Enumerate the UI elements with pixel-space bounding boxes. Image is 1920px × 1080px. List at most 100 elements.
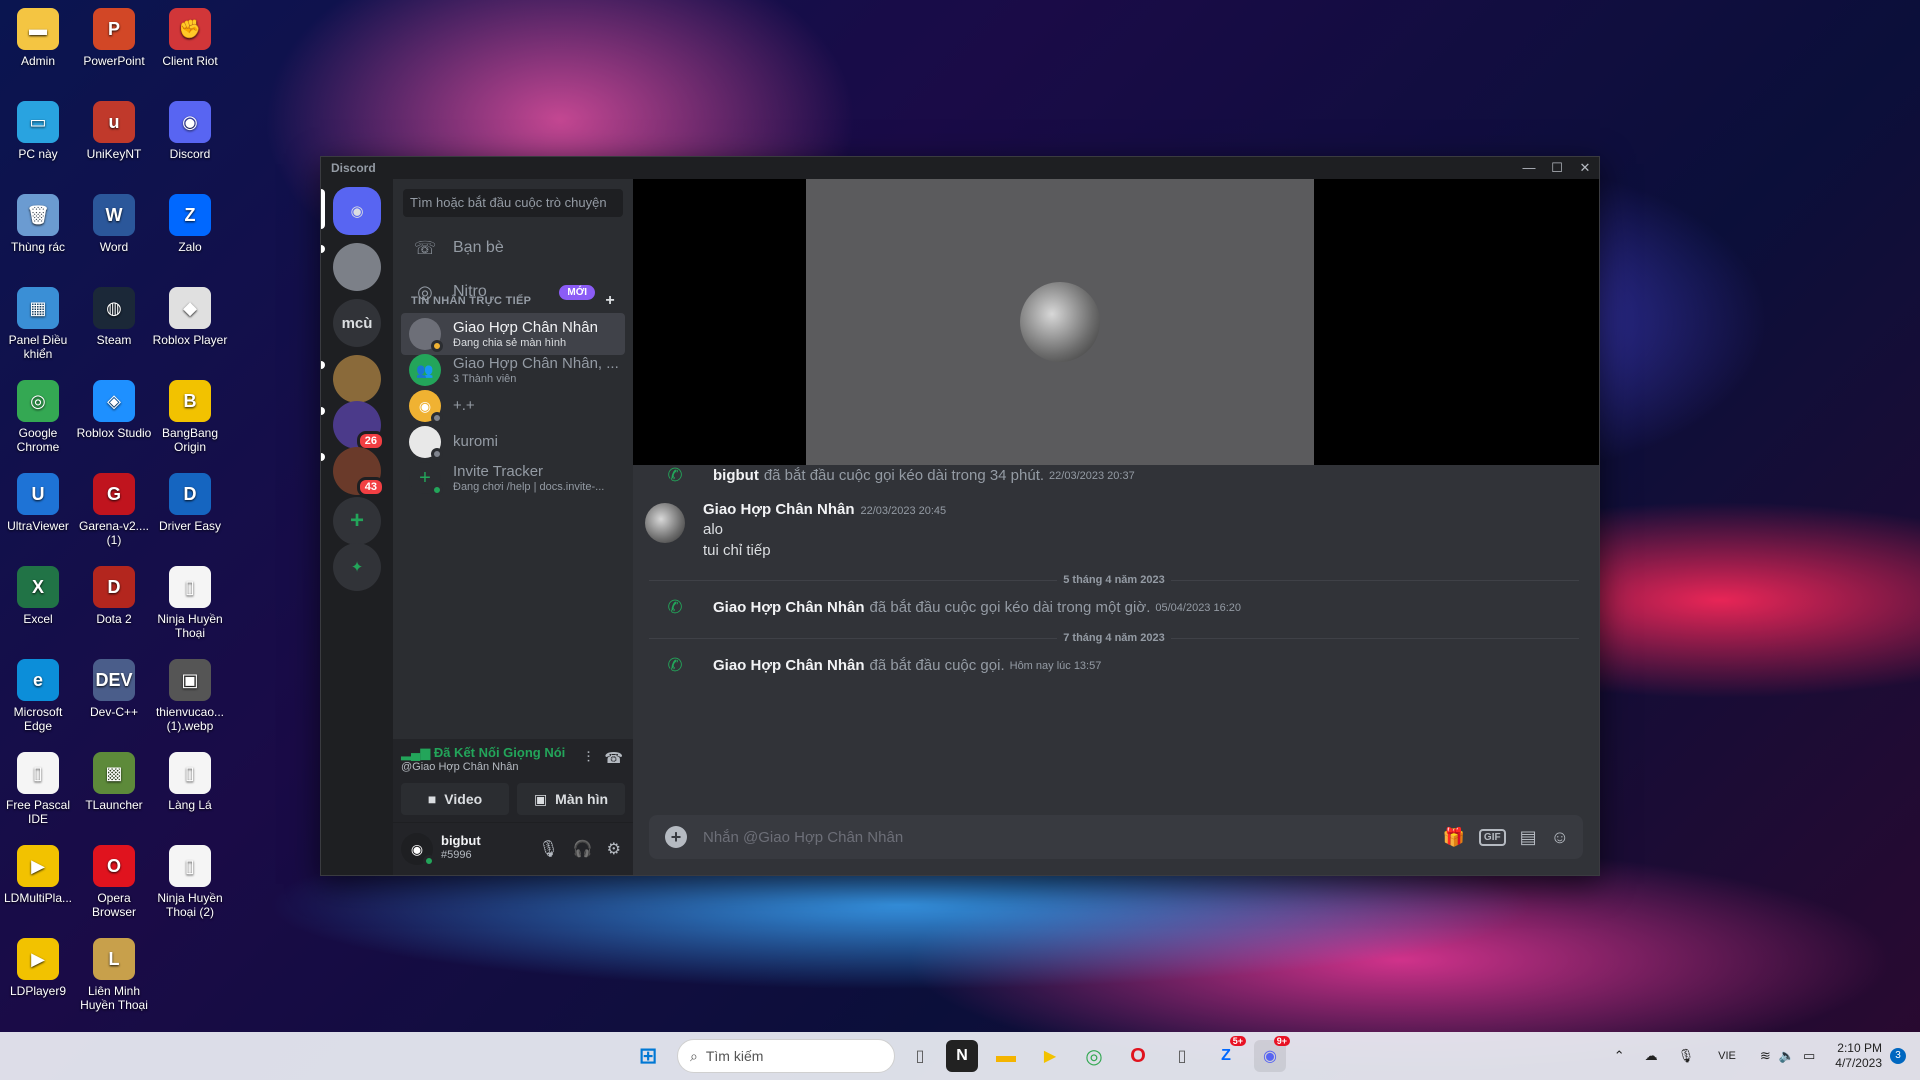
desktop-icon[interactable]: O Opera Browser — [76, 845, 152, 919]
attach-plus-icon[interactable]: + — [665, 826, 687, 848]
minimize-button[interactable]: — — [1515, 157, 1543, 179]
microphone-icon[interactable]: 🎙 — [538, 839, 558, 859]
server-icon[interactable]: ✦ — [333, 543, 381, 591]
document-icon[interactable]: ▯ — [1166, 1040, 1198, 1072]
user-avatar[interactable]: ◉ — [401, 833, 435, 867]
server-label: ◉ — [350, 203, 364, 220]
desktop-icon[interactable]: U UltraViewer — [0, 473, 76, 533]
stream-stage[interactable] — [633, 179, 1599, 465]
screen-share-button[interactable]: ▣ Màn hìn — [517, 783, 625, 815]
desktop-icon[interactable]: ◈ Roblox Studio — [76, 380, 152, 440]
taskbar-search[interactable]: ⌕ Tìm kiếm — [677, 1039, 895, 1073]
message-avatar[interactable] — [645, 503, 685, 543]
message-composer[interactable]: + Nhắn @Giao Hợp Chân Nhân 🎁 GIF ▤ ☺ — [649, 815, 1583, 859]
chrome-icon[interactable]: ◎ — [1078, 1040, 1110, 1072]
file-icon[interactable]: ▯ — [904, 1040, 936, 1072]
desktop-icon[interactable]: ▦ Panel Điều khiển — [0, 287, 76, 361]
desktop-icon-label: Roblox Studio — [76, 426, 152, 440]
message-author[interactable]: Giao Hợp Chân Nhân — [713, 599, 865, 616]
friends-nav-item[interactable]: ☏ Bạn bè — [401, 227, 625, 269]
desktop-icon[interactable]: ▣ thienvucao... (1).webp — [152, 659, 228, 733]
desktop-icon[interactable]: ▯ Làng Lá — [152, 752, 228, 812]
desktop-icon[interactable]: e Microsoft Edge — [0, 659, 76, 733]
desktop-icon[interactable]: ◉ Discord — [152, 101, 228, 161]
desktop-icon[interactable]: Z Zalo — [152, 194, 228, 254]
desktop-icon[interactable]: ▬ Admin — [0, 8, 76, 68]
close-button[interactable]: ✕ — [1571, 157, 1599, 179]
server-icon[interactable] — [333, 355, 381, 403]
opera-icon[interactable]: O — [1122, 1040, 1154, 1072]
desktop-app-icon: ▭ — [17, 101, 59, 143]
desktop-icon[interactable]: ▯ Ninja Huyền Thoại — [152, 566, 228, 640]
dm-item[interactable]: + Invite Tracker Đang chơi /help | docs.in… — [401, 457, 625, 499]
emoji-icon[interactable]: ☺ — [1551, 827, 1569, 848]
desktop-icon[interactable]: D Driver Easy — [152, 473, 228, 533]
desktop-app-icon: ▬ — [17, 8, 59, 50]
sticker-icon[interactable]: ▤ — [1520, 827, 1537, 848]
volume-icon[interactable]: 🔈 — [1779, 1048, 1795, 1064]
zalo-icon[interactable]: Z 5+ — [1210, 1036, 1246, 1072]
maximize-button[interactable]: ☐ — [1543, 157, 1571, 179]
gift-icon[interactable]: 🎁 — [1443, 827, 1465, 848]
noise-suppression-icon[interactable]: ⫶ — [587, 749, 591, 767]
server-icon[interactable]: ◉ — [333, 187, 381, 235]
gif-button[interactable]: GIF — [1478, 828, 1506, 846]
language-indicator[interactable]: VIE — [1718, 1050, 1736, 1062]
desktop-icon[interactable]: ▩ TLauncher — [76, 752, 152, 812]
file-explorer-icon[interactable]: ▬ — [990, 1040, 1022, 1072]
discord-taskbar-icon[interactable]: ◉ 9+ — [1254, 1036, 1290, 1072]
shared-screen[interactable] — [806, 179, 1314, 465]
chevron-up-icon[interactable]: ⌃ — [1614, 1048, 1625, 1064]
desktop-icon[interactable]: ▯ Ninja Huyền Thoại (2) — [152, 845, 228, 919]
desktop-icon[interactable]: ▶ LDMultiPla... — [0, 845, 76, 905]
main-chat-area: ✆ bigbut đã bắt đầu cuộc gọi kéo dài trong… — [633, 179, 1599, 875]
desktop-icon[interactable]: ▭ PC này — [0, 101, 76, 161]
notion-icon[interactable]: N — [946, 1040, 978, 1072]
message-input[interactable]: Nhắn @Giao Hợp Chân Nhân — [703, 829, 1443, 846]
desktop-icon[interactable]: 🗑 Thùng rác — [0, 194, 76, 254]
server-icon[interactable]: + — [333, 497, 381, 545]
desktop-icon[interactable]: DEV Dev-C++ — [76, 659, 152, 719]
message-author[interactable]: Giao Hợp Chân Nhân 22/03/2023 20:45 — [703, 501, 946, 518]
desktop-icon[interactable]: P PowerPoint — [76, 8, 152, 68]
server-icon[interactable] — [333, 243, 381, 291]
desktop-icon[interactable]: L Liên Minh Huyền Thoại — [76, 938, 152, 1012]
clock[interactable]: 2:10 PM 4/7/2023 — [1835, 1041, 1882, 1071]
battery-icon[interactable]: ▭ — [1803, 1048, 1815, 1064]
server-icon[interactable]: mcù — [333, 299, 381, 347]
cloud-off-icon[interactable]: ☁ — [1645, 1048, 1658, 1064]
notification-badge[interactable]: 3 — [1890, 1048, 1906, 1064]
conversation-search-input[interactable]: Tìm hoặc bắt đầu cuộc trò chuyện — [403, 189, 623, 217]
desktop-icon[interactable]: ◎ Google Chrome — [0, 380, 76, 454]
desktop-icon[interactable]: ◍ Steam — [76, 287, 152, 347]
desktop-icon[interactable]: ▶ LDPlayer9 — [0, 938, 76, 998]
video-button[interactable]: ■ Video — [401, 783, 509, 815]
ldplayer-icon[interactable]: ▶ — [1034, 1040, 1066, 1072]
start-windows-icon[interactable]: ⊞ — [632, 1040, 664, 1072]
desktop-icon[interactable]: B BangBang Origin — [152, 380, 228, 454]
desktop-icon[interactable]: X Excel — [0, 566, 76, 626]
desktop-icon[interactable]: D Dota 2 — [76, 566, 152, 626]
desktop-app-icon: DEV — [93, 659, 135, 701]
unread-pill — [321, 361, 325, 369]
message-timestamp: 22/03/2023 20:45 — [860, 505, 947, 517]
wifi-icon[interactable]: ≋ — [1760, 1048, 1771, 1064]
server-icon[interactable]: 43 — [333, 447, 385, 497]
message-author[interactable]: Giao Hợp Chân Nhân — [713, 657, 865, 674]
desktop-icon[interactable]: ✊ Client Riot — [152, 8, 228, 68]
desktop-icon[interactable]: ◆ Roblox Player — [152, 287, 228, 347]
server-icon[interactable]: 26 — [333, 401, 385, 451]
microphone-tray-icon[interactable]: 🎙 — [1678, 1048, 1695, 1064]
disconnect-call-icon[interactable]: ☎ — [604, 749, 623, 767]
dm-subtitle: 3 Thành viên — [453, 372, 517, 385]
create-dm-button[interactable]: + — [605, 293, 615, 309]
message-timestamp: Hôm nay lúc 13:57 — [1009, 659, 1102, 672]
desktop-icon[interactable]: W Word — [76, 194, 152, 254]
desktop-icon[interactable]: u UniKeyNT — [76, 101, 152, 161]
desktop-icon[interactable]: G Garena-v2.... (1) — [76, 473, 152, 547]
message-author[interactable]: bigbut — [713, 467, 759, 484]
settings-gear-icon[interactable]: ⚙ — [607, 839, 621, 859]
desktop-icon[interactable]: ▯ Free Pascal IDE — [0, 752, 76, 826]
desktop-icon-label: Làng Lá — [168, 798, 212, 812]
headphones-icon[interactable]: 🎧 — [573, 839, 593, 859]
